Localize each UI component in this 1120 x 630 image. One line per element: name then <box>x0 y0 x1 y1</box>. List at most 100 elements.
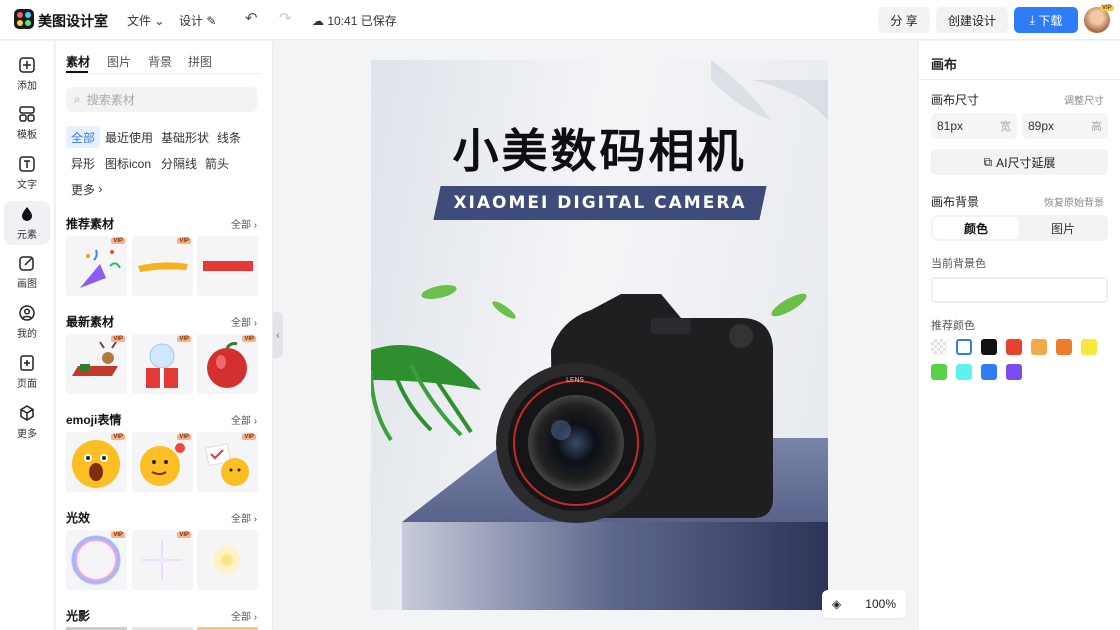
poster-subtitle[interactable]: XIAOMEI DIGITAL CAMERA <box>437 193 763 213</box>
vip-tag: VIP <box>111 336 125 342</box>
section-title: 最新素材 <box>66 315 115 329</box>
color-swatch[interactable] <box>1056 339 1072 355</box>
section-all-link[interactable]: 全部 › <box>231 510 257 525</box>
section-all-link[interactable]: 全部 › <box>231 608 257 623</box>
section-title: 光影 <box>66 609 91 623</box>
restore-bg-link[interactable]: 恢复原始背景 <box>1044 194 1104 209</box>
redo-icon[interactable]: ↷ <box>279 9 292 27</box>
vip-tag: VIP <box>111 434 125 440</box>
create-design-button[interactable]: 创建设计 <box>936 7 1008 33</box>
chip-arrows[interactable]: 箭头 <box>200 152 234 174</box>
poster-title[interactable]: 小美数码相机 <box>371 115 828 181</box>
rail-item-text[interactable]: 文字 <box>4 151 50 195</box>
chip-recent[interactable]: 最近使用 <box>100 126 158 148</box>
rail-item-more[interactable]: 更多 <box>4 400 50 444</box>
tab-images[interactable]: 图片 <box>107 53 131 70</box>
asset-panel: 素材 图片 背景 拼图 ⌕ 搜索素材 全部 最近使用 基础形状 线条 异形 图标i… <box>56 41 273 630</box>
seg-image[interactable]: 图片 <box>1020 217 1106 239</box>
tab-divider <box>66 73 260 74</box>
color-swatch[interactable] <box>1006 364 1022 380</box>
plus-square-icon <box>19 57 35 73</box>
asset-thumb[interactable]: VIP <box>197 432 258 492</box>
chip-all[interactable]: 全部 <box>66 126 101 148</box>
collapse-panel-button[interactable]: ‹ <box>273 312 283 358</box>
asset-thumb[interactable]: VIP <box>132 334 193 394</box>
properties-panel: 画布 画布尺寸 调整尺寸 81px 宽 89px 高 ⧉ AI尺寸延展 画布背景 恢复… <box>918 41 1120 630</box>
vip-tag: VIP <box>111 532 125 538</box>
divider <box>919 79 1120 80</box>
design-menu[interactable]: 设计 ✎ <box>179 12 216 29</box>
design-canvas[interactable]: LENS 小美数码相机 XIAOMEI DIGITAL CAMERA <box>371 60 828 610</box>
current-color-field[interactable] <box>931 277 1108 303</box>
tab-indicator <box>66 71 88 73</box>
search-icon: ⌕ <box>74 92 81 106</box>
share-button[interactable]: 分 享 <box>878 7 930 33</box>
chip-more[interactable]: 更多 › <box>66 178 107 200</box>
undo-icon[interactable]: ↶ <box>245 9 258 27</box>
download-icon: ⤓ <box>1029 12 1035 27</box>
asset-thumb[interactable]: VIP <box>66 432 127 492</box>
zoom-control[interactable]: ◈ 100% <box>822 590 906 618</box>
tab-backgrounds[interactable]: 背景 <box>148 53 172 70</box>
draw-icon <box>19 256 34 271</box>
asset-thumb[interactable]: VIP <box>132 236 193 296</box>
section-all-link[interactable]: 全部 › <box>231 314 257 329</box>
color-swatch[interactable] <box>1031 339 1047 355</box>
rail-item-draw[interactable]: 画图 <box>4 250 50 294</box>
recommended-label: 推荐颜色 <box>931 320 975 332</box>
section-all-link[interactable]: 全部 › <box>231 216 257 231</box>
rail-item-page[interactable]: 页面 <box>4 350 50 394</box>
current-bg-label: 当前背景色 <box>931 258 986 270</box>
color-swatch[interactable] <box>981 364 997 380</box>
search-input[interactable]: ⌕ 搜索素材 <box>66 87 257 112</box>
asset-thumb[interactable]: VIP <box>197 334 258 394</box>
asset-thumb[interactable]: VIP <box>132 530 193 590</box>
width-field[interactable]: 81px 宽 <box>931 113 1017 139</box>
section-title: 推荐素材 <box>66 217 115 231</box>
rail-item-add[interactable]: 添加 <box>4 52 50 96</box>
tab-assets[interactable]: 素材 <box>66 53 90 70</box>
file-menu[interactable]: 文件 ⌄ <box>127 12 164 29</box>
canvas-bg-label: 画布背景 <box>931 195 980 209</box>
vip-tag: VIP <box>177 434 191 440</box>
color-swatch[interactable] <box>981 339 997 355</box>
height-field[interactable]: 89px 高 <box>1022 113 1108 139</box>
chip-special-shapes[interactable]: 异形 <box>66 152 100 174</box>
asset-thumb[interactable] <box>197 236 258 296</box>
section-all-link[interactable]: 全部 › <box>231 412 257 427</box>
save-status: ☁ 10:41 已保存 <box>312 14 397 28</box>
chip-basic-shapes[interactable]: 基础形状 <box>156 126 214 148</box>
asset-thumb[interactable] <box>197 530 258 590</box>
asset-thumb[interactable]: VIP <box>66 530 127 590</box>
chip-dividers[interactable]: 分隔线 <box>156 152 202 174</box>
color-swatch[interactable] <box>956 339 972 355</box>
rail-item-mine[interactable]: 我的 <box>4 300 50 344</box>
tab-collage[interactable]: 拼图 <box>188 53 212 70</box>
color-swatch[interactable] <box>956 364 972 380</box>
color-swatch[interactable] <box>1081 339 1097 355</box>
swatch-transparent[interactable] <box>931 339 947 355</box>
chevron-down-icon: ⌄ <box>154 14 165 28</box>
layers-icon[interactable]: ◈ <box>832 597 841 611</box>
cloud-icon: ☁ <box>312 14 324 28</box>
rail-item-elements[interactable]: 元素 <box>4 201 50 245</box>
ai-expand-icon: ⧉ <box>983 154 993 169</box>
download-button[interactable]: ⤓ 下载 <box>1014 7 1078 33</box>
chip-lines[interactable]: 线条 <box>212 126 246 148</box>
resize-link[interactable]: 调整尺寸 <box>1064 92 1104 107</box>
bg-mode-toggle: 颜色 图片 <box>931 215 1108 241</box>
color-swatch[interactable] <box>1006 339 1022 355</box>
cube-icon <box>20 405 34 421</box>
asset-thumb[interactable]: VIP <box>132 432 193 492</box>
app-logo-icon[interactable] <box>14 9 34 29</box>
section-title: emoji表情 <box>66 413 122 427</box>
chip-icons[interactable]: 图标icon <box>100 152 156 174</box>
app-name[interactable]: 美图设计室 <box>38 11 108 31</box>
rail-item-template[interactable]: 模板 <box>4 101 50 145</box>
asset-thumb[interactable]: VIP <box>66 236 127 296</box>
ai-resize-button[interactable]: ⧉ AI尺寸延展 <box>931 149 1108 175</box>
zoom-level[interactable]: 100% <box>865 597 896 611</box>
asset-thumb[interactable]: VIP <box>66 334 127 394</box>
color-swatch[interactable] <box>931 364 947 380</box>
seg-color[interactable]: 颜色 <box>933 217 1019 239</box>
